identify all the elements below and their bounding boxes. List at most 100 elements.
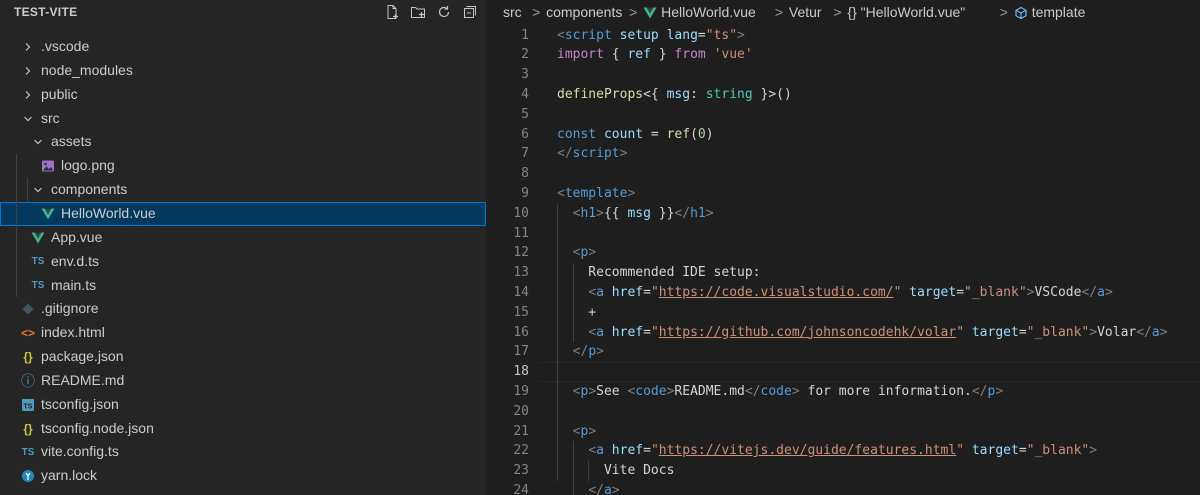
- chevron-right-icon[interactable]: [20, 83, 36, 107]
- breadcrumb-item[interactable]: template: [1032, 4, 1086, 20]
- code-line[interactable]: 10 <h1>{{ msg }}</h1>: [486, 204, 1200, 224]
- chevron-down-icon[interactable]: [20, 107, 36, 131]
- line-number: 2: [521, 47, 529, 63]
- code-token: <{: [643, 87, 667, 102]
- chevron-down-icon[interactable]: [30, 178, 46, 202]
- ts-file-icon: TS: [31, 280, 45, 291]
- code-line[interactable]: 16 <a href="https://github.com/johnsonco…: [486, 323, 1200, 343]
- code-line[interactable]: 7 </script>: [486, 144, 1200, 164]
- breadcrumb-item[interactable]: HelloWorld.vue: [661, 4, 756, 20]
- code-token: a: [1151, 324, 1160, 340]
- code-text: +: [557, 303, 596, 323]
- code-token: }: [650, 47, 675, 63]
- code-token: script: [564, 27, 612, 43]
- file-item[interactable]: TS main.ts: [0, 274, 486, 298]
- collapse-all-icon[interactable]: [461, 3, 479, 21]
- new-folder-icon[interactable]: [409, 3, 427, 21]
- tree-item-label: src: [41, 109, 60, 126]
- breadcrumb-item[interactable]: src: [503, 4, 522, 20]
- folder-item[interactable]: components: [0, 178, 486, 202]
- code-line[interactable]: 21 <p>: [486, 422, 1200, 442]
- line-number: 23: [513, 463, 529, 479]
- code-line[interactable]: 13 Recommended IDE setup:: [486, 263, 1200, 283]
- workspace-title[interactable]: TEST-VITE: [14, 5, 77, 19]
- file-item[interactable]: {} tsconfig.node.json: [0, 417, 486, 441]
- code-line[interactable]: 1 <script setup lang="ts">: [486, 26, 1200, 46]
- code-line[interactable]: 4 defineProps<{ msg: string }>(): [486, 85, 1200, 105]
- code-line[interactable]: 17 </p>: [486, 342, 1200, 362]
- file-item[interactable]: TS env.d.ts: [0, 250, 486, 274]
- code-token: const: [557, 126, 597, 142]
- breadcrumb-item[interactable]: components: [546, 4, 622, 20]
- file-item[interactable]: App.vue: [0, 226, 486, 250]
- code-token: +: [557, 304, 597, 320]
- file-item[interactable]: <> index.html: [0, 321, 486, 345]
- code-token: ": [956, 324, 965, 340]
- code-line[interactable]: 15 +: [486, 303, 1200, 323]
- tree-item-label: tsconfig.json: [41, 395, 119, 412]
- code-line[interactable]: 24 </a>: [486, 481, 1200, 495]
- code-token: =: [643, 324, 651, 340]
- code-line[interactable]: 3: [486, 65, 1200, 85]
- code-line[interactable]: 2 import { ref } from 'vue': [486, 45, 1200, 65]
- new-file-icon[interactable]: [383, 3, 401, 21]
- breadcrumb-separator: >: [532, 4, 541, 20]
- code-token: >: [705, 205, 714, 221]
- refresh-icon[interactable]: [435, 3, 453, 21]
- line-number: 10: [513, 205, 529, 221]
- line-number: 21: [513, 423, 529, 439]
- code-token: </: [744, 384, 761, 399]
- code-line[interactable]: 8: [486, 164, 1200, 184]
- breadcrumb-item[interactable]: Vetur: [789, 4, 822, 20]
- folder-item[interactable]: assets: [0, 130, 486, 154]
- code-line[interactable]: 19 <p>See <code>README.md</code> for mor…: [486, 382, 1200, 402]
- folder-item[interactable]: src: [0, 107, 486, 131]
- folder-item[interactable]: public: [0, 83, 486, 107]
- code-line[interactable]: 6 const count = ref(0): [486, 125, 1200, 145]
- code-editor[interactable]: src > components > HelloWorld.vue > Vetur > {} "…: [486, 0, 1200, 495]
- code-token: for more information.: [799, 384, 972, 399]
- tree-item-label: .vscode: [41, 38, 90, 54]
- code-line[interactable]: 20: [486, 402, 1200, 422]
- svg-text:TS: TS: [24, 403, 33, 410]
- chevron-right-icon[interactable]: [20, 35, 36, 59]
- folder-item[interactable]: .vscode: [0, 35, 486, 59]
- code-token: defineProps: [557, 87, 644, 102]
- code-text: <a href="https://github.com/johnsoncodeh…: [557, 323, 1167, 343]
- folder-item[interactable]: node_modules: [0, 59, 486, 83]
- code-token: string: [705, 87, 753, 102]
- code-token: ": [650, 285, 659, 300]
- code-line[interactable]: 23 Vite Docs: [486, 461, 1200, 481]
- file-item[interactable]: TS vite.config.ts: [0, 440, 486, 464]
- code-line[interactable]: 12 <p>: [486, 243, 1200, 263]
- code-text: </p>: [557, 342, 604, 362]
- chevron-down-icon[interactable]: [30, 130, 46, 154]
- code-line[interactable]: 22 <a href="https://vitejs.dev/guide/fea…: [486, 441, 1200, 461]
- code-token: </: [1081, 285, 1098, 300]
- explorer-header: TEST-VITE: [0, 0, 486, 24]
- file-item[interactable]: {} package.json: [0, 345, 486, 369]
- code-line[interactable]: 14 <a href="https://code.visualstudio.co…: [486, 283, 1200, 303]
- indent-guide: [572, 441, 574, 495]
- code-token: >: [1104, 285, 1113, 300]
- file-item[interactable]: yarn.lock: [0, 464, 486, 488]
- code-token: target: [971, 324, 1019, 340]
- file-item[interactable]: logo.png: [0, 154, 486, 178]
- file-item[interactable]: .gitignore: [0, 297, 486, 321]
- code-token: msg: [666, 87, 691, 102]
- breadcrumb-item[interactable]: {} "HelloWorld.vue": [847, 4, 965, 20]
- code-line[interactable]: 18: [486, 362, 1200, 382]
- file-item[interactable]: TS tsconfig.json: [0, 393, 486, 417]
- line-number: 6: [521, 126, 529, 142]
- file-item[interactable]: HelloWorld.vue: [0, 201, 486, 226]
- file-item[interactable]: ⓘ README.md: [0, 369, 486, 393]
- chevron-right-icon[interactable]: [20, 59, 36, 83]
- code-line[interactable]: 5: [486, 105, 1200, 125]
- line-number: 11: [513, 225, 529, 241]
- code-line[interactable]: 11: [486, 224, 1200, 244]
- code-line[interactable]: 9 <template>: [486, 184, 1200, 204]
